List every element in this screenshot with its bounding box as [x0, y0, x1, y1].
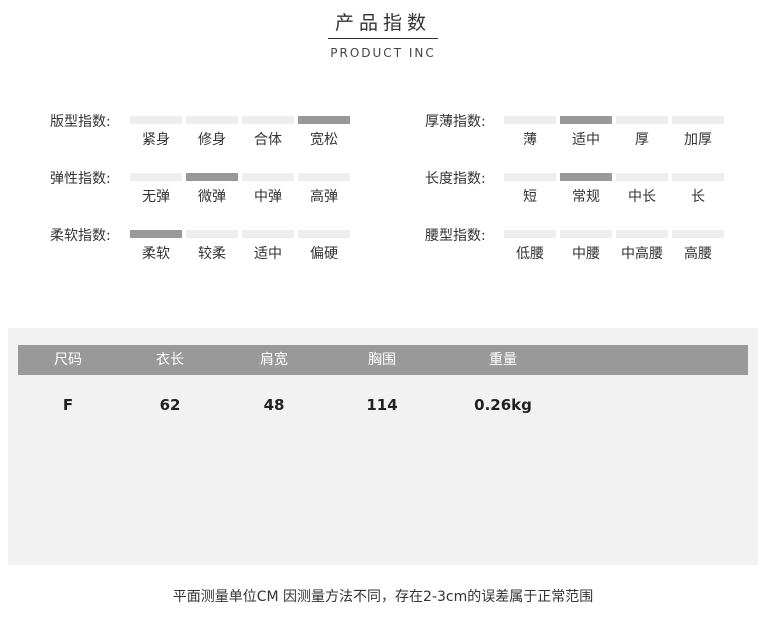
index-bar-selected	[298, 116, 350, 124]
table-cell: 62	[159, 396, 181, 414]
size-table-header: 尺码 衣长 肩宽 胸围 重量	[18, 345, 748, 375]
index-option-label: 高腰	[684, 246, 712, 262]
index-option: 适中	[242, 230, 294, 263]
index-option-label: 中弹	[254, 189, 282, 205]
index-option: 高腰	[672, 230, 724, 263]
index-option-label: 柔软	[142, 246, 170, 262]
index-option-label: 适中	[254, 246, 282, 262]
index-bar	[672, 116, 724, 124]
index-bar	[242, 173, 294, 181]
table-header-cell: 肩宽	[260, 352, 288, 368]
index-label: 版型指数:	[50, 114, 111, 130]
index-option-label: 微弹	[198, 189, 226, 205]
index-bar	[504, 173, 556, 181]
index-bar	[130, 173, 182, 181]
index-bar	[186, 230, 238, 238]
table-cell: 48	[263, 396, 285, 414]
index-bar	[298, 230, 350, 238]
index-bar	[616, 230, 668, 238]
index-option: 加厚	[672, 116, 724, 149]
table-header-cell: 衣长	[156, 352, 184, 368]
index-bar	[130, 116, 182, 124]
index-option-label: 加厚	[684, 132, 712, 148]
index-bar	[186, 116, 238, 124]
index-option-label: 长	[691, 189, 705, 205]
index-row: 长度指数: 短 常规 中长 长	[425, 168, 728, 208]
index-bar	[616, 173, 668, 181]
index-option-label: 合体	[254, 132, 282, 148]
index-option: 中弹	[242, 173, 294, 206]
index-option: 无弹	[130, 173, 182, 206]
index-option: 宽松	[298, 116, 350, 149]
index-option: 柔软	[130, 230, 182, 263]
index-label: 弹性指数:	[50, 171, 111, 187]
index-option: 紧身	[130, 116, 182, 149]
index-option-label: 高弹	[310, 189, 338, 205]
index-option: 低腰	[504, 230, 556, 263]
index-option-label: 无弹	[142, 189, 170, 205]
index-option: 微弹	[186, 173, 238, 206]
index-option-label: 较柔	[198, 246, 226, 262]
index-option-label: 修身	[198, 132, 226, 148]
index-option: 中高腰	[616, 230, 668, 263]
index-bar-selected	[186, 173, 238, 181]
index-option-label: 厚	[635, 132, 649, 148]
index-option: 中长	[616, 173, 668, 206]
index-option: 适中	[560, 116, 612, 149]
table-header-cell: 胸围	[368, 352, 396, 368]
table-header-cell: 尺码	[54, 352, 82, 368]
table-cell: F	[62, 396, 74, 414]
index-option: 常规	[560, 173, 612, 206]
index-option-label: 紧身	[142, 132, 170, 148]
table-header-cell: 重量	[489, 352, 517, 368]
page-title: 产品指数	[334, 12, 431, 34]
index-bar-selected	[560, 173, 612, 181]
index-option: 中腰	[560, 230, 612, 263]
index-label: 柔软指数:	[50, 228, 111, 244]
index-bar	[560, 230, 612, 238]
index-bar-selected	[130, 230, 182, 238]
index-option-label: 宽松	[310, 132, 338, 148]
index-option-label: 适中	[572, 132, 600, 148]
index-bar	[242, 116, 294, 124]
index-option: 高弹	[298, 173, 350, 206]
table-cell: 114	[366, 396, 398, 414]
index-option: 偏硬	[298, 230, 350, 263]
index-bar	[504, 230, 556, 238]
index-option-label: 偏硬	[310, 246, 338, 262]
index-option: 薄	[504, 116, 556, 149]
title-underline	[328, 38, 438, 39]
index-bar	[672, 173, 724, 181]
index-label: 厚薄指数:	[425, 114, 486, 130]
index-option: 修身	[186, 116, 238, 149]
index-option-label: 常规	[572, 189, 600, 205]
index-option-label: 低腰	[516, 246, 544, 262]
index-bar	[616, 116, 668, 124]
table-cell: 0.26kg	[474, 396, 532, 414]
index-option: 合体	[242, 116, 294, 149]
index-option: 长	[672, 173, 724, 206]
index-row: 弹性指数: 无弹 微弹 中弹 高弹	[50, 168, 354, 208]
measurement-note: 平面测量单位CM 因测量方法不同，存在2-3cm的误差属于正常范围	[172, 589, 594, 605]
index-option-label: 短	[523, 189, 537, 205]
index-option: 较柔	[186, 230, 238, 263]
index-option-label: 中长	[628, 189, 656, 205]
index-option-label: 薄	[523, 132, 537, 148]
index-row: 柔软指数: 柔软 较柔 适中 偏硬	[50, 225, 354, 265]
index-bar	[242, 230, 294, 238]
index-label: 腰型指数:	[425, 228, 486, 244]
index-bar-selected	[560, 116, 612, 124]
index-option: 厚	[616, 116, 668, 149]
index-option: 短	[504, 173, 556, 206]
index-row: 腰型指数: 低腰 中腰 中高腰 高腰	[425, 225, 728, 265]
index-option-label: 中腰	[572, 246, 600, 262]
index-bar	[672, 230, 724, 238]
index-option-label: 中高腰	[621, 246, 663, 262]
index-bar	[298, 173, 350, 181]
index-row: 版型指数: 紧身 修身 合体 宽松	[50, 111, 354, 151]
index-bar	[504, 116, 556, 124]
page-subtitle: PRODUCT INC	[330, 46, 436, 60]
index-row: 厚薄指数: 薄 适中 厚 加厚	[425, 111, 728, 151]
index-label: 长度指数:	[425, 171, 486, 187]
